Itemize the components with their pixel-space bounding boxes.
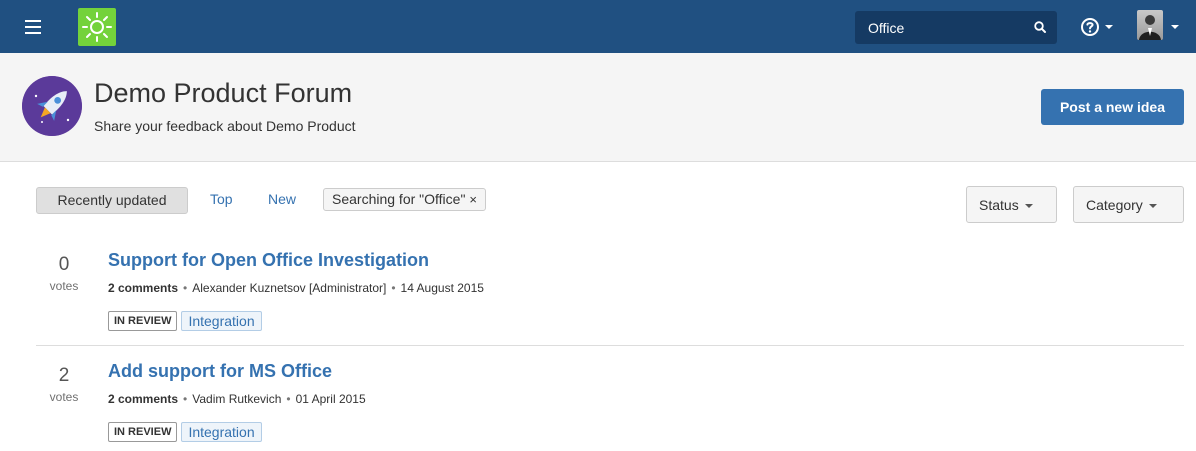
lightbulb-logo-icon[interactable] xyxy=(78,8,116,46)
search-chip-label: Searching for "Office" xyxy=(332,191,466,207)
vote-counter[interactable]: 2 votes xyxy=(36,365,92,404)
search-box xyxy=(855,11,1057,44)
list-item: 0 votes Support for Open Office Investig… xyxy=(36,246,1184,346)
filter-recently-updated[interactable]: Recently updated xyxy=(36,187,188,214)
meta-separator: • xyxy=(183,281,188,295)
status-dropdown[interactable]: Status xyxy=(966,186,1057,223)
vote-count: 0 xyxy=(58,254,70,275)
search-input[interactable] xyxy=(855,11,1025,44)
search-icon[interactable] xyxy=(1033,20,1047,34)
filter-new[interactable]: New xyxy=(268,187,296,214)
idea-author: Vadim Rutkevich xyxy=(192,392,282,406)
close-icon[interactable]: × xyxy=(469,192,477,207)
idea-badges: IN REVIEW Integration xyxy=(108,422,262,442)
vote-count: 2 xyxy=(58,365,70,386)
avatar xyxy=(1137,10,1163,40)
status-badge: IN REVIEW xyxy=(108,422,178,442)
category-dropdown[interactable]: Category xyxy=(1073,186,1184,223)
chevron-down-icon xyxy=(1148,203,1157,208)
page-title: Demo Product Forum xyxy=(94,78,353,108)
user-menu[interactable] xyxy=(1137,10,1187,44)
vote-label: votes xyxy=(49,390,79,404)
top-navbar xyxy=(0,0,1196,53)
status-badge: IN REVIEW xyxy=(108,311,178,331)
idea-date: 14 August 2015 xyxy=(400,281,484,295)
forum-header: Demo Product Forum Share your feedback a… xyxy=(0,53,1196,162)
list-item: 2 votes Add support for MS Office 2 comm… xyxy=(36,357,1184,451)
meta-separator: • xyxy=(183,392,188,406)
vote-label: votes xyxy=(49,279,79,293)
category-dropdown-label: Category xyxy=(1086,196,1143,213)
idea-meta: 2 comments • Alexander Kuznetsov [Administ… xyxy=(108,281,484,295)
comments-link[interactable]: 2 comments xyxy=(108,392,178,406)
chevron-down-icon xyxy=(1024,203,1033,208)
user-menu-caret-icon xyxy=(1171,25,1179,29)
status-dropdown-label: Status xyxy=(979,196,1019,213)
filter-top[interactable]: Top xyxy=(210,187,233,214)
category-badge[interactable]: Integration xyxy=(181,311,262,331)
meta-separator: • xyxy=(391,281,396,295)
rocket-icon xyxy=(22,76,82,136)
hamburger-menu-icon[interactable] xyxy=(25,20,41,34)
idea-date: 01 April 2015 xyxy=(295,392,366,406)
meta-separator: • xyxy=(286,392,291,406)
help-icon xyxy=(1081,18,1099,36)
help-menu[interactable] xyxy=(1080,17,1114,37)
idea-title-link[interactable]: Support for Open Office Investigation xyxy=(108,250,429,271)
idea-author: Alexander Kuznetsov [Administrator] xyxy=(192,281,387,295)
page-subtitle: Share your feedback about Demo Product xyxy=(94,118,356,134)
vote-counter[interactable]: 0 votes xyxy=(36,254,92,293)
category-badge[interactable]: Integration xyxy=(181,422,262,442)
idea-title-link[interactable]: Add support for MS Office xyxy=(108,361,332,382)
help-caret-icon xyxy=(1105,25,1113,29)
idea-meta: 2 comments • Vadim Rutkevich • 01 April 2015 xyxy=(108,392,366,406)
comments-link[interactable]: 2 comments xyxy=(108,281,178,295)
divider xyxy=(36,345,1184,346)
search-filter-chip: Searching for "Office" × xyxy=(323,188,487,211)
post-new-idea-button[interactable]: Post a new idea xyxy=(1041,89,1184,125)
idea-badges: IN REVIEW Integration xyxy=(108,311,262,331)
